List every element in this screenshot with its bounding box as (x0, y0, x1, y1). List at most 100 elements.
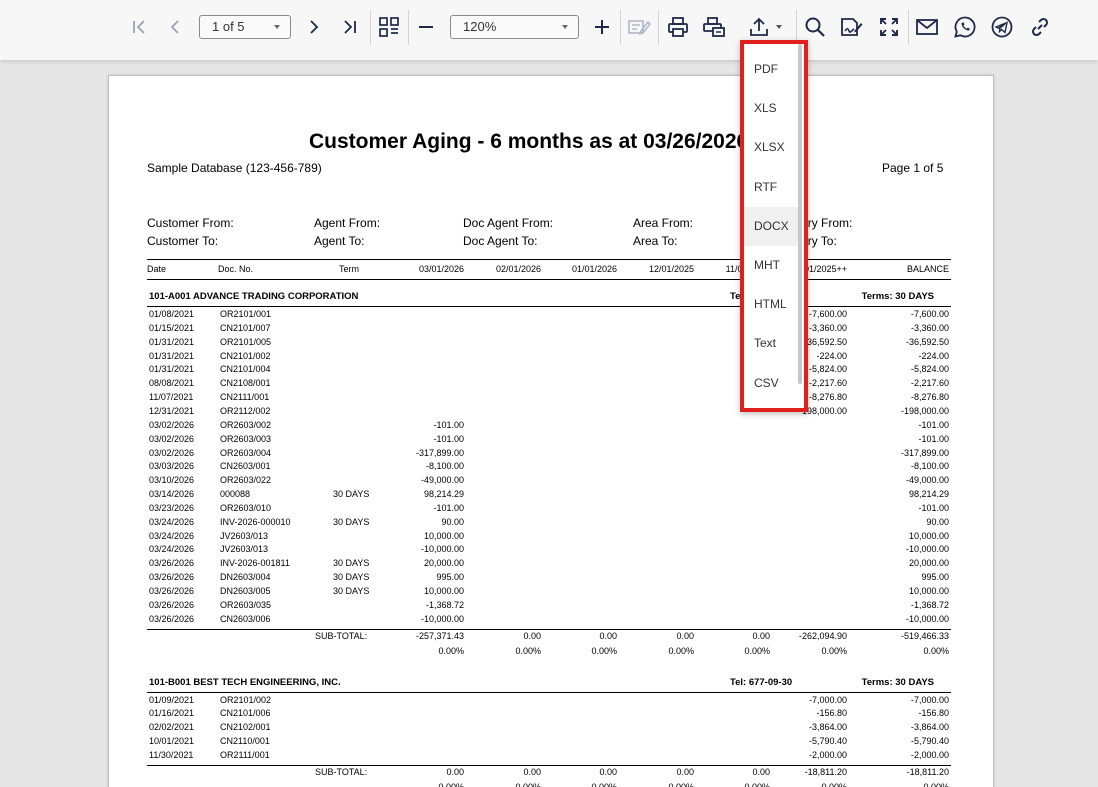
row-amount: 10,000.00 (908, 586, 949, 596)
subtotal-value: -519,466.33 (900, 630, 949, 641)
row-amount: -8,276.80 (808, 392, 847, 403)
row-amount: -2,000.00 (808, 749, 847, 760)
row-amount: -3,360.00 (808, 322, 847, 333)
row-amount: 10,000.00 (908, 530, 949, 541)
last-page-icon[interactable] (338, 12, 362, 42)
viewer-toolbar: 1 of 5 120% (0, 0, 1098, 60)
row-amount: -10,000.00 (905, 544, 949, 555)
row-amount: -101.00 (918, 419, 949, 430)
row-date: 01/31/2021 (149, 336, 195, 347)
first-page-icon[interactable] (127, 12, 151, 42)
export-format-menu: PDF XLS XLSX RTF DOCX MHT HTML Text CSV (740, 40, 808, 412)
row-date: 12/31/2021 (149, 405, 195, 416)
row-amount: -8,100.00 (910, 461, 949, 472)
zoom-out-icon[interactable] (414, 12, 438, 42)
column-header: BALANCE (906, 264, 949, 274)
row-doc-no: OR2101/001 (220, 309, 272, 319)
column-header: 12/01/2025 (648, 264, 694, 274)
subtotal-percent: 0.00% (923, 781, 949, 787)
email-icon[interactable] (913, 12, 941, 42)
page-label: Page 1 of 5 (882, 161, 944, 175)
filter-customer-from: Customer From: (147, 216, 234, 230)
subtotal-percent: 0.00% (591, 781, 617, 787)
export-option-text[interactable]: Text (744, 324, 800, 363)
export-option-pdf[interactable]: PDF (744, 50, 800, 89)
row-term: 30 DAYS (333, 586, 370, 596)
row-doc-no: CN2101/007 (220, 322, 271, 333)
row-doc-no: CN2101/004 (220, 364, 271, 375)
page-select[interactable]: 1 of 5 (199, 15, 291, 39)
filter-customer-to: Customer To: (147, 234, 219, 248)
row-amount: -5,824.00 (808, 364, 847, 375)
row-doc-no: OR2101/002 (220, 694, 272, 705)
row-amount: -7,600.00 (808, 309, 847, 319)
menu-scrollbar[interactable] (798, 44, 802, 384)
row-amount: -224.00 (816, 350, 847, 361)
filter-doc-agent-to: Doc Agent To: (463, 234, 538, 248)
telegram-icon[interactable] (988, 12, 1016, 42)
filter-agent-from: Agent From: (314, 216, 381, 230)
subtotal-value: 0.00 (752, 766, 770, 777)
row-date: 03/24/2026 (149, 530, 195, 541)
export-option-docx[interactable]: DOCX (744, 206, 800, 246)
print-icon[interactable] (664, 12, 692, 42)
subtotal-percent: 0.00% (668, 645, 694, 656)
zoom-in-icon[interactable] (590, 12, 614, 42)
row-date: 08/08/2021 (149, 378, 195, 389)
edit-icon[interactable] (625, 12, 653, 42)
subtotal-value: 0.00 (676, 766, 694, 777)
row-amount: -317,899.00 (900, 447, 949, 458)
export-option-rtf[interactable]: RTF (744, 168, 800, 207)
row-date: 01/09/2021 (149, 694, 195, 705)
row-amount: 20,000.00 (423, 558, 464, 569)
column-header: Date (147, 264, 167, 274)
subtotal-value: 0.00 (599, 766, 617, 777)
export-option-html[interactable]: HTML (744, 285, 800, 324)
link-icon[interactable] (1026, 12, 1054, 42)
row-date: 03/26/2026 (149, 558, 195, 569)
header-bottom-rule (147, 279, 951, 280)
column-header: Doc. No. (218, 264, 254, 274)
next-page-icon[interactable] (302, 12, 326, 42)
subtotal-label: SUB-TOTAL: (315, 630, 368, 641)
row-date: 01/16/2021 (149, 708, 195, 719)
column-header: 03/01/2026 (418, 264, 464, 274)
row-doc-no: CN2101/002 (220, 350, 271, 361)
zoom-select[interactable]: 120% (450, 15, 579, 39)
export-option-csv[interactable]: CSV (744, 364, 800, 403)
row-date: 03/26/2026 (149, 613, 195, 624)
row-amount: -7,600.00 (910, 309, 949, 319)
row-doc-no: CN2108/001 (220, 378, 271, 389)
export-option-mht[interactable]: MHT (744, 246, 800, 285)
row-term: 30 DAYS (333, 516, 370, 527)
zoom-level: 120% (463, 19, 497, 34)
subtotal-percent: 0.00% (591, 645, 617, 656)
whatsapp-icon[interactable] (951, 12, 979, 42)
row-date: 03/02/2026 (149, 433, 195, 444)
thumbnails-icon[interactable] (376, 12, 402, 42)
sign-icon[interactable] (838, 12, 864, 42)
subtotal-percent: 0.00% (744, 645, 770, 656)
column-header: 01/01/2026 (571, 264, 617, 274)
customer-terms: Terms: 30 DAYS (861, 676, 934, 688)
customer-rule (147, 306, 951, 307)
print-layout-icon[interactable] (700, 12, 728, 42)
row-amount: -5,824.00 (910, 364, 949, 375)
row-doc-no: JV2603/013 (220, 530, 269, 541)
row-doc-no: OR2101/005 (220, 336, 272, 347)
subtotal-value: 0.00 (523, 766, 541, 777)
row-amount: -2,217.60 (808, 378, 847, 389)
row-date: 03/14/2026 (149, 489, 195, 500)
row-amount: -101.00 (918, 502, 949, 513)
row-amount: 98,214.29 (423, 489, 464, 500)
export-option-xlsx[interactable]: XLSX (744, 128, 800, 167)
export-option-xls[interactable]: XLS (744, 89, 800, 128)
export-button[interactable] (738, 12, 792, 42)
search-icon[interactable] (802, 12, 828, 42)
report-page: Customer Aging - 6 months as at 03/26/20… (108, 75, 994, 787)
prev-page-icon[interactable] (163, 12, 187, 42)
row-amount: -2,217.60 (910, 378, 949, 389)
fullscreen-icon[interactable] (876, 12, 902, 42)
row-date: 01/08/2021 (149, 309, 195, 319)
row-date: 03/24/2026 (149, 544, 195, 555)
